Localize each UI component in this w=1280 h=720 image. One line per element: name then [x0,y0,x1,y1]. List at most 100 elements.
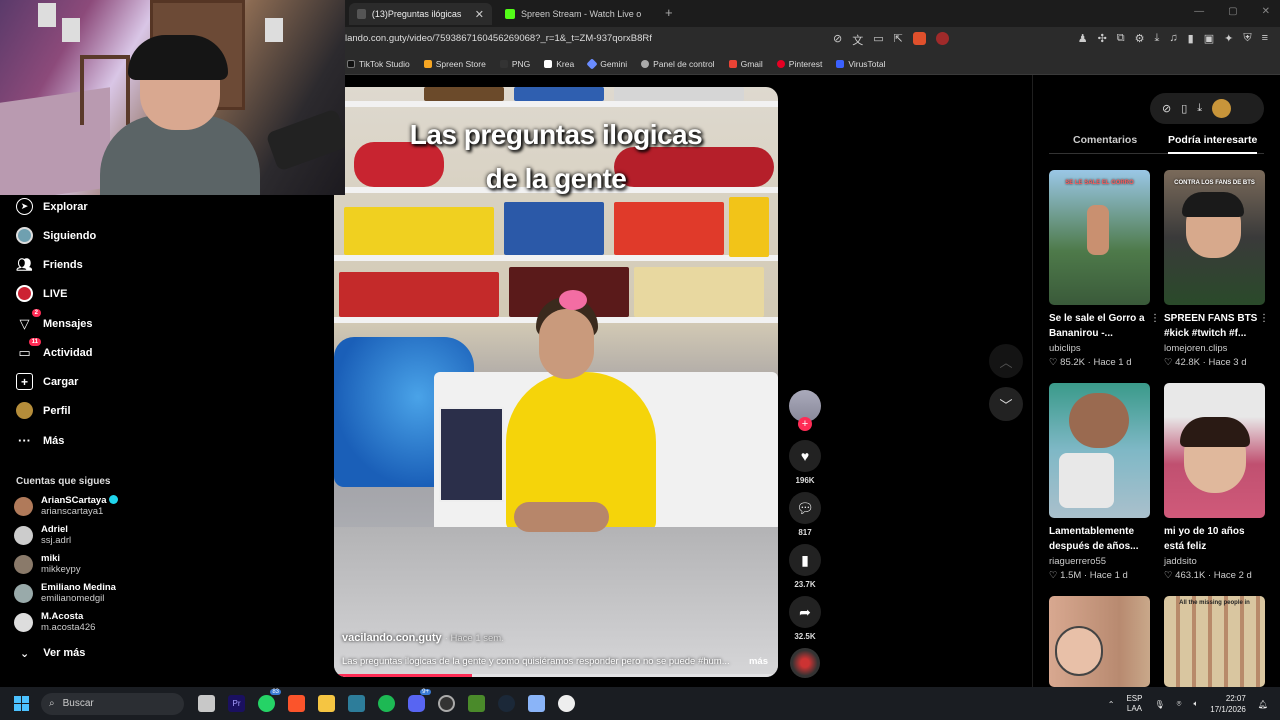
video-progress-bar[interactable] [334,674,778,677]
following-item[interactable]: miki mikkeypy [14,553,81,575]
following-handle: ssj.adrl [41,535,72,546]
suggested-video-card[interactable]: Lamentablemente después de años... riagu… [1049,383,1150,581]
creator-avatar-button[interactable]: + [787,390,823,431]
wallet-icon[interactable]: ▣ [1204,32,1214,45]
translate-icon[interactable]: 文 [852,32,863,48]
vpn-icon[interactable]: ⛨ [1243,32,1251,45]
bookmark-png[interactable]: PNG [499,59,530,69]
share-button[interactable]: ➦ 32.5K [787,596,823,641]
sidebar-item-label: Actividad [43,346,93,359]
minecraft-icon[interactable] [468,695,485,712]
video-player[interactable]: Las preguntas ilogicas de la gente vacil… [334,87,778,677]
comment-button[interactable]: 💬︎ 817 [787,492,823,537]
sidebar-item-perfil[interactable]: Perfil [16,402,71,419]
folder-icon[interactable] [318,695,335,712]
tab-tiktok[interactable]: (13)Preguntas ilógicas de la g ✕ [349,3,492,25]
cast-icon[interactable]: ▭ [873,32,883,48]
download-icon[interactable]: ⤓ [1197,102,1202,115]
suggested-video-card[interactable]: SE LE SALE EL GORRO Se le sale el Gorro … [1049,170,1160,368]
menu-icon[interactable]: ≡ [1262,32,1268,45]
spotify-icon[interactable] [378,695,395,712]
minimize-icon[interactable]: — [1194,6,1204,17]
steam-icon[interactable] [498,695,515,712]
see-more-button[interactable]: ⌄ Ver más [20,647,85,660]
share-icon[interactable]: ⇱ [894,32,903,48]
windows-start-icon[interactable] [14,696,29,711]
chevron-up-icon[interactable]: ⌃ [1108,700,1115,709]
bookmark-gmail[interactable]: Gmail [728,59,763,69]
discord-icon[interactable]: 9+ [408,689,431,712]
leo-ai-icon[interactable]: ✦ [1224,32,1233,45]
following-item[interactable]: Emiliano Medina emilianomedgil [14,582,116,604]
sidebar-item-siguiendo[interactable]: Siguiendo [16,227,96,244]
file-explorer-icon[interactable] [198,695,215,712]
brave-rewards-icon[interactable] [935,32,949,45]
user-avatar[interactable] [1212,99,1232,118]
following-item[interactable]: ArianSCartaya ariansc​artaya1 [14,495,119,517]
copy-icon[interactable]: ⧉ [1117,32,1125,45]
whatsapp-icon[interactable]: 83 [258,689,281,712]
previous-video-button[interactable]: ︿ [989,344,1023,378]
sidebar-item-actividad[interactable]: ▭ 11 Actividad [16,338,93,361]
url-field[interactable]: lando.con.guty/video/7593867160456269068… [345,33,652,44]
bookmark-krea[interactable]: Krea [544,59,574,69]
extensions-icon[interactable]: ✣ [1098,32,1107,45]
user-icon[interactable]: ♟ [1078,32,1088,45]
bookmark-virustotal[interactable]: VirusTotal [836,59,886,69]
following-item[interactable]: Adriel ssj.adrl [14,524,71,546]
media-off-icon[interactable]: ⊘ [833,32,842,48]
sidebar-item-live[interactable]: LIVE [16,285,67,302]
save-button[interactable]: ▮ 23.7K [787,544,823,589]
next-video-button[interactable]: ﹀ [989,387,1023,421]
notification-icon[interactable]: 🔔︎ [1258,700,1268,709]
download-icon[interactable]: ⤓ [1155,32,1160,45]
bookmark-gemini[interactable]: Gemini [586,57,627,70]
music-disc-button[interactable] [787,648,823,678]
github-icon[interactable] [558,695,575,712]
sidebar-item-mas[interactable]: ··· Más [16,432,64,449]
tab-comentarios[interactable]: Comentarios [1073,134,1137,154]
tab-kick[interactable]: Spreen Stream - Watch Live on K [497,3,657,25]
follow-plus-icon[interactable]: + [798,417,812,431]
taskbar-search[interactable]: ⌕ Buscar [41,692,184,715]
sidebar-item-explorar[interactable]: ➤ Explorar [16,198,88,215]
more-options-icon[interactable]: ⋮ [1150,313,1160,324]
sidebar-item-friends[interactable]: 👥︎ Friends [16,256,83,273]
new-tab-icon[interactable]: + [665,5,673,20]
bookmark-spreen-store[interactable]: Spreen Store [423,59,486,69]
settings-icon[interactable]: ⚙ [1135,32,1145,45]
phone-icon[interactable]: ▯ [1181,102,1187,115]
suggested-video-card[interactable]: All the missing people in [1164,596,1265,687]
obs-icon[interactable] [438,695,455,712]
more-options-icon[interactable]: ⋮ [1259,313,1269,324]
tab-podria-interesarte[interactable]: Podría interesarte [1168,134,1258,154]
more-button[interactable]: más [749,656,768,667]
following-item[interactable]: M.Acosta m.acosta426 [14,611,95,633]
bookmark-tiktok-studio[interactable]: TikTok Studio [347,59,410,69]
sidebar-item-mensajes[interactable]: ▽ 2 Mensajes [16,309,93,332]
volume-icon[interactable]: 🔈︎ [1193,699,1198,709]
sidebar-item-cargar[interactable]: + Cargar [16,373,78,390]
store-icon[interactable] [348,695,365,712]
microphone-icon[interactable]: 🎙︎ [1154,700,1164,709]
brave-icon[interactable] [288,695,305,712]
brave-shields-icon[interactable] [912,32,926,45]
like-button[interactable]: ♥ 196K [787,440,823,485]
bookmark-pinterest[interactable]: Pinterest [776,59,822,69]
close-window-icon[interactable]: ✕ [1262,6,1270,17]
suggested-video-card[interactable] [1049,596,1150,687]
maximize-icon[interactable]: ▢ [1228,6,1237,17]
network-icon[interactable]: ⌾ [1177,699,1182,709]
language-indicator[interactable]: ESP LAA [1126,694,1142,714]
close-tab-icon[interactable]: ✕ [475,8,484,21]
suggested-video-card[interactable]: CONTRA LOS FANS DE BTS SPREEN FANS BTS #… [1164,170,1269,368]
compass-icon[interactable]: ⊘ [1162,102,1171,115]
clock[interactable]: 22:07 17/1/2026 [1210,693,1246,715]
notepad-icon[interactable] [528,695,545,712]
video-author[interactable]: vacilando.con.guty · Hace 1 sem. [342,632,504,644]
music-icon[interactable]: ♫ [1169,32,1177,45]
sidebar-toggle-icon[interactable]: ▮ [1188,32,1194,45]
suggested-video-card[interactable]: mi yo de 10 años está feliz jaddsito ♡ 4… [1164,383,1265,581]
bookmark-panel[interactable]: Panel de control [641,59,715,69]
premiere-icon[interactable]: Pr [228,695,245,712]
